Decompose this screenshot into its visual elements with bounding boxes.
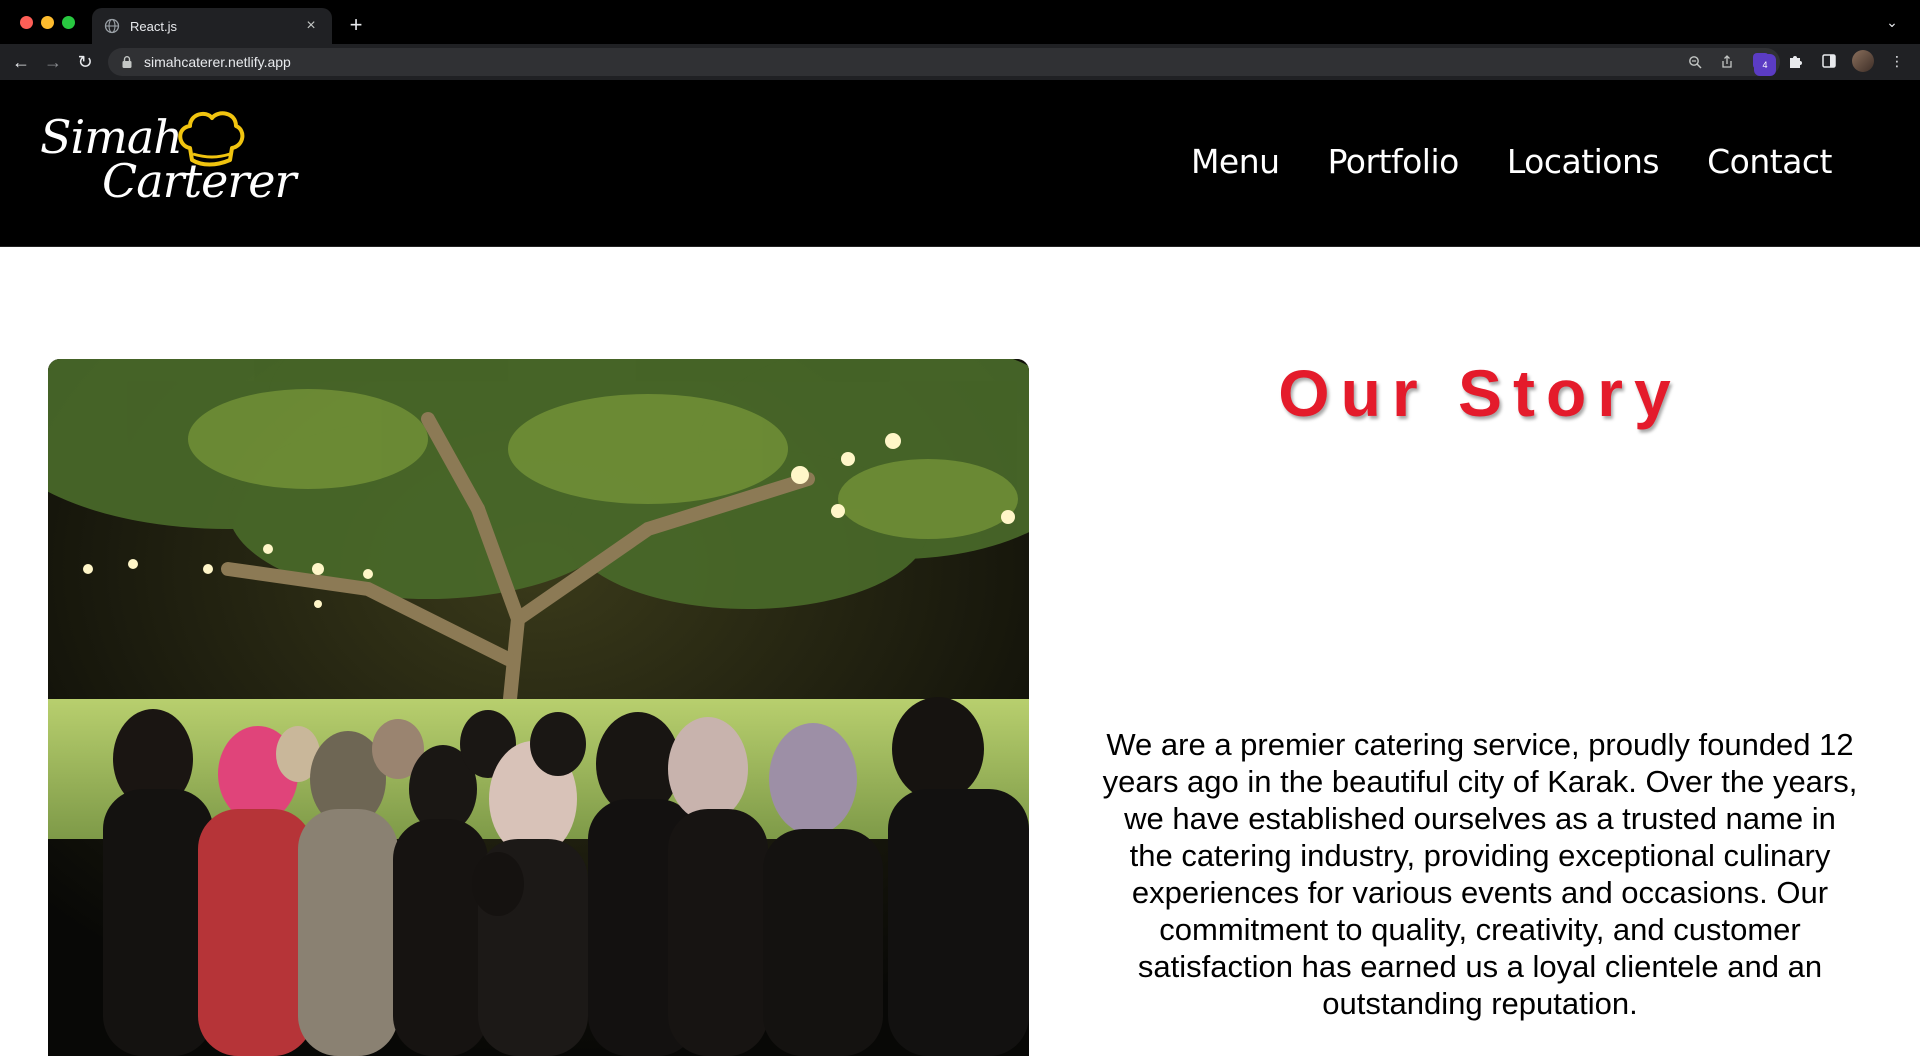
browser-toolbar: ← → ↻ simahcaterer.netlify.app ☆ xyxy=(0,44,1920,80)
sidepanel-icon[interactable] xyxy=(1818,50,1840,72)
extension-badge-icon[interactable]: 4 xyxy=(1750,50,1776,76)
arrow-right-icon[interactable]: → xyxy=(40,49,66,75)
arrow-left-icon[interactable]: ← xyxy=(8,49,34,75)
nav-portfolio[interactable]: Portfolio xyxy=(1328,142,1460,181)
globe-icon xyxy=(104,18,120,34)
story-title: Our Story xyxy=(1278,356,1682,430)
site-logo[interactable]: Simah Carterer xyxy=(40,102,297,212)
profile-avatar[interactable] xyxy=(1852,50,1874,72)
url-text: simahcaterer.netlify.app xyxy=(144,54,291,70)
story-body: We are a premier catering service, proud… xyxy=(1102,727,1858,1021)
close-icon[interactable]: × xyxy=(302,17,320,35)
minimize-window-button[interactable] xyxy=(41,16,54,29)
zoom-icon[interactable] xyxy=(1686,53,1704,71)
close-window-button[interactable] xyxy=(20,16,33,29)
more-vertical-icon[interactable]: ⋮ xyxy=(1886,50,1908,72)
tab-bar: React.js × + ⌄ xyxy=(0,0,1920,44)
tab-title: React.js xyxy=(130,18,177,34)
lock-icon xyxy=(122,56,132,68)
team-photo xyxy=(48,359,1029,1056)
main-nav: Menu Portfolio Locations Contact xyxy=(1191,142,1833,181)
browser-chrome: React.js × + ⌄ ← → ↻ simahcaterer.netlif… xyxy=(0,0,1920,80)
extension-area: 4 ⋮ xyxy=(1750,50,1908,76)
browser-tab[interactable]: React.js × xyxy=(92,8,332,44)
nav-locations[interactable]: Locations xyxy=(1507,142,1660,181)
plus-icon[interactable]: + xyxy=(344,14,368,38)
site-header: Simah Carterer Menu Portfolio Locations … xyxy=(0,80,1920,247)
maximize-window-button[interactable] xyxy=(62,16,75,29)
address-bar[interactable]: simahcaterer.netlify.app ☆ xyxy=(108,48,1780,76)
chef-hat-icon xyxy=(178,111,245,167)
chevron-down-icon[interactable]: ⌄ xyxy=(1882,14,1902,34)
reload-icon[interactable]: ↻ xyxy=(72,49,98,75)
window-controls xyxy=(20,16,75,29)
nav-contact[interactable]: Contact xyxy=(1707,142,1832,181)
puzzle-icon[interactable] xyxy=(1784,50,1806,72)
extension-count: 4 xyxy=(1754,54,1776,76)
nav-menu[interactable]: Menu xyxy=(1191,142,1280,181)
share-icon[interactable] xyxy=(1718,53,1736,71)
